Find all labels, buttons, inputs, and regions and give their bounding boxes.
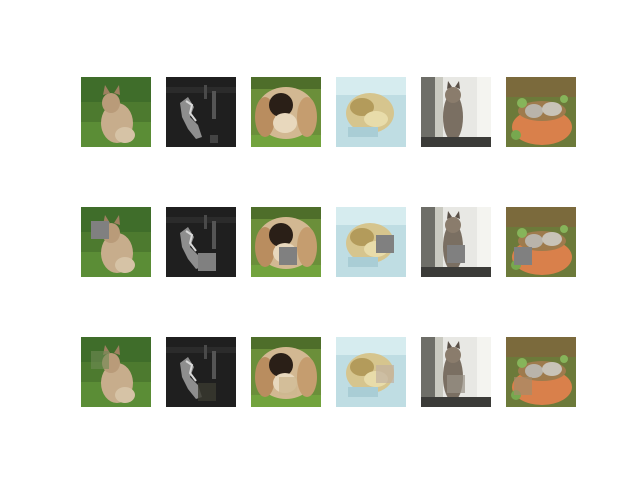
tile-masked-grayscale-cat xyxy=(166,207,236,277)
image-grid xyxy=(0,0,640,480)
tile-masked-pekingese-dog xyxy=(251,207,321,277)
tile-original-pekingese-dog xyxy=(251,77,321,147)
tile-reconstructed-pekingese-dog xyxy=(251,337,321,407)
tile-masked-cat-on-grass xyxy=(81,207,151,277)
mask-patch xyxy=(198,253,216,271)
mask-patch xyxy=(376,235,394,253)
tile-original-cat-on-grass xyxy=(81,77,151,147)
tile-original-cat-in-light-blue xyxy=(336,77,406,147)
tile-reconstructed-cat-by-door xyxy=(421,337,491,407)
tile-original-grayscale-cat xyxy=(166,77,236,147)
tile-reconstructed-kittens-in-pot xyxy=(506,337,576,407)
tile-reconstructed-grayscale-cat xyxy=(166,337,236,407)
mask-patch xyxy=(279,247,297,265)
mask-patch xyxy=(514,247,532,265)
tile-masked-cat-in-light-blue xyxy=(336,207,406,277)
tile-masked-cat-by-door xyxy=(421,207,491,277)
tile-reconstructed-cat-in-light-blue xyxy=(336,337,406,407)
tile-masked-kittens-in-pot xyxy=(506,207,576,277)
tile-original-cat-by-door xyxy=(421,77,491,147)
mask-patch xyxy=(447,245,465,263)
tile-reconstructed-cat-on-grass xyxy=(81,337,151,407)
mask-patch xyxy=(91,221,109,239)
tile-original-kittens-in-pot xyxy=(506,77,576,147)
